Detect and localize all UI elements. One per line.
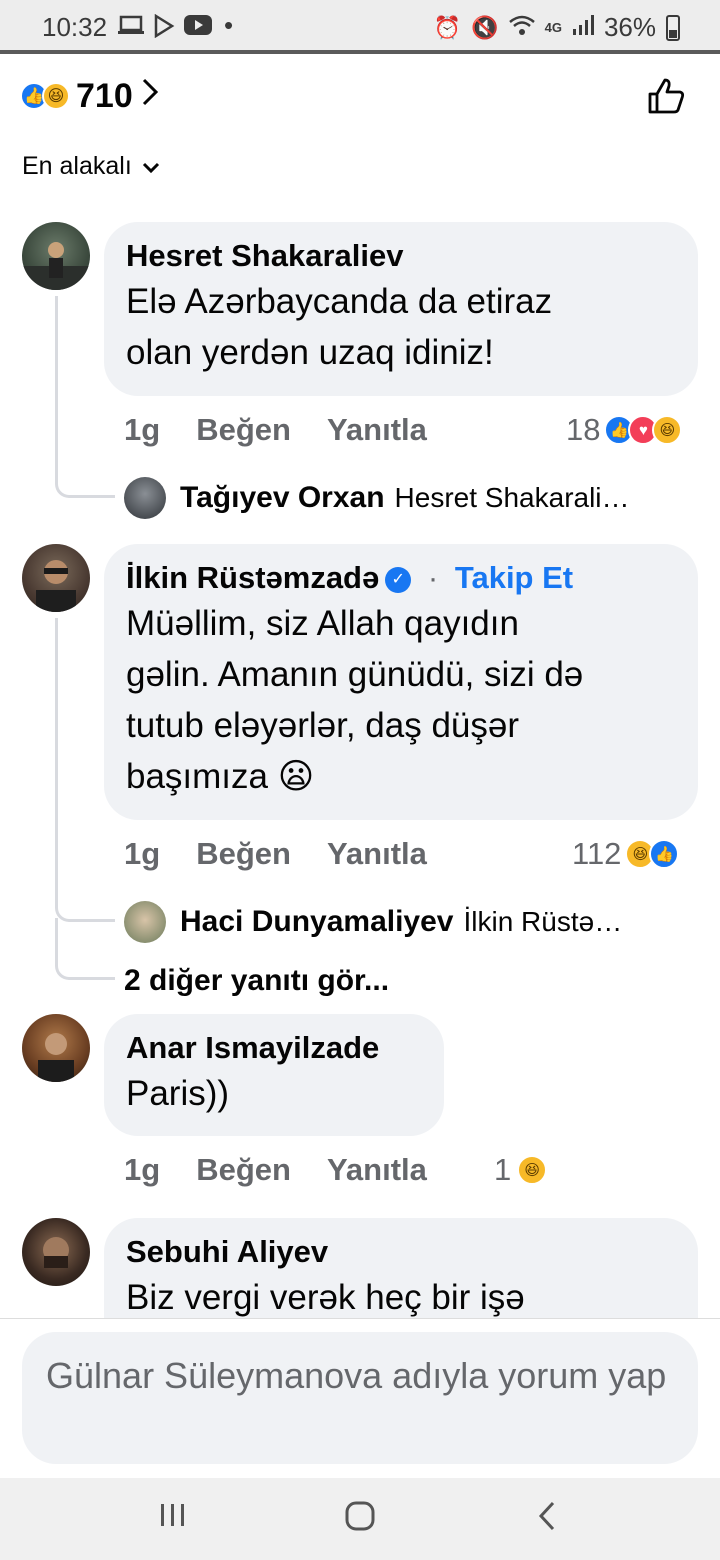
comment-bubble: İlkin Rüstəmzadə ✓ · Takip Et Müəllim, si… [104, 544, 698, 820]
comment-author[interactable]: Hesret Shakaraliev [126, 236, 676, 276]
like-comment-button[interactable]: Beğen [196, 1152, 291, 1188]
status-bar: 10:32 • ⏰ 🔇 4G 36% [0, 0, 720, 54]
thread-hook [55, 466, 115, 498]
comment-actions: 1g Beğen Yanıtla [124, 836, 427, 872]
thread-hook [55, 918, 115, 980]
signal-icon [572, 14, 594, 42]
battery-percent: 36% [603, 12, 656, 42]
notification-dot-icon: • [224, 10, 234, 40]
reply-comment-button[interactable]: Yanıtla [327, 412, 427, 448]
reply-comment-button[interactable]: Yanıtla [327, 836, 427, 872]
reply-author: Tağıyev Orxan [180, 481, 385, 514]
sort-label: En alakalı [22, 152, 132, 180]
wifi-icon [508, 14, 535, 42]
network-type: 4G [544, 20, 562, 35]
thread-line [55, 296, 58, 476]
play-store-icon [152, 13, 176, 44]
haha-reaction-icon: 😆 [652, 415, 683, 445]
comment-bubble: Anar Ismayilzade Paris)) [104, 1014, 444, 1136]
reply-comment-button[interactable]: Yanıtla [327, 1152, 427, 1188]
like-button-icon[interactable] [646, 76, 686, 116]
comment-text-line: gəlin. Amanın günüdü, sizi də [126, 655, 584, 694]
comment-text-line: Müəllim, siz Allah qayıdın [126, 604, 519, 643]
reply-preview[interactable]: Haci Dunyamaliyev İlkin Rüstə… [124, 901, 690, 943]
comment-time: 1g [124, 1152, 161, 1187]
status-right: ⏰ 🔇 4G 36% [434, 12, 680, 43]
avatar [124, 901, 166, 943]
comment-author[interactable]: İlkin Rüstəmzadə [126, 560, 379, 595]
avatar[interactable] [22, 1218, 90, 1286]
follow-button[interactable]: Takip Et [455, 560, 573, 595]
laptop-icon [118, 14, 144, 42]
system-nav-bar [0, 1478, 720, 1560]
recent-apps-icon[interactable] [158, 1500, 188, 1539]
chevron-right-icon [141, 77, 159, 115]
avatar[interactable] [22, 222, 90, 290]
comment-reactions[interactable]: 1 😆 [494, 1152, 548, 1188]
comment-text-line: Elə Azərbaycanda da etiraz [126, 282, 553, 321]
comment-reaction-count: 1 [494, 1152, 512, 1187]
comment-time: 1g [124, 836, 161, 871]
status-time: 10:32 [42, 12, 108, 42]
comment-text-line: başımıza 😦 [126, 757, 315, 796]
alarm-icon: ⏰ [433, 14, 462, 40]
battery-icon [666, 14, 680, 41]
comment-actions: 1g Beğen Yanıtla [124, 1152, 427, 1188]
mute-icon: 🔇 [471, 14, 499, 40]
view-more-replies-link[interactable]: 2 diğer yanıtı gör... [124, 964, 389, 998]
like-comment-button[interactable]: Beğen [196, 412, 291, 448]
comment-author-row: İlkin Rüstəmzadə ✓ · Takip Et [126, 558, 676, 598]
like-reaction-icon: 👍 [649, 839, 680, 869]
comment-author[interactable]: Sebuhi Aliyev [126, 1232, 676, 1272]
verified-badge-icon: ✓ [385, 566, 412, 593]
reply-text: İlkin Rüstə… [463, 906, 623, 937]
avatar[interactable] [22, 1014, 90, 1082]
comment-text-line: olan yerdən uzaq idiniz! [126, 333, 494, 372]
comment-bubble: Hesret Shakaraliev Elə Azərbaycanda da e… [104, 222, 698, 396]
comment-reactions[interactable]: 112 😆 👍 [572, 836, 680, 872]
comment-text-line: Paris)) [126, 1074, 230, 1113]
comment-reaction-count: 112 [572, 836, 622, 871]
avatar [124, 477, 166, 519]
comment-text-line: Biz vergi verək heç bir işə [126, 1278, 525, 1317]
comment-reactions[interactable]: 18 👍 ♥ 😆 [566, 412, 683, 448]
comment-text-line: tutub eləyərlər, daş düşər [126, 706, 520, 745]
youtube-icon [184, 14, 212, 42]
back-icon[interactable] [536, 1500, 558, 1541]
separator-dot: · [427, 560, 439, 595]
reply-author: Haci Dunyamaliyev [180, 905, 454, 938]
home-icon[interactable] [344, 1500, 376, 1541]
haha-reaction-icon: 😆 [517, 1155, 548, 1185]
comment-time: 1g [124, 412, 161, 447]
comment-actions: 1g Beğen Yanıtla [124, 412, 427, 448]
chevron-down-icon [142, 152, 160, 181]
reaction-total: 710 [76, 76, 133, 115]
avatar[interactable] [22, 544, 90, 612]
sort-dropdown[interactable]: En alakalı [22, 152, 160, 181]
reply-text: Hesret Shakarali… [394, 482, 630, 513]
haha-reaction-icon: 😆 [42, 82, 70, 110]
comment-input[interactable]: Gülnar Süleymanova adıyla yorum yap [22, 1332, 698, 1464]
comment-reaction-count: 18 [566, 412, 601, 447]
like-comment-button[interactable]: Beğen [196, 836, 291, 872]
reply-preview[interactable]: Tağıyev Orxan Hesret Shakarali… [124, 477, 700, 519]
comment-author[interactable]: Anar Ismayilzade [126, 1028, 422, 1068]
reactions-summary[interactable]: 👍 😆 710 [20, 74, 159, 118]
thread-line [55, 618, 58, 900]
